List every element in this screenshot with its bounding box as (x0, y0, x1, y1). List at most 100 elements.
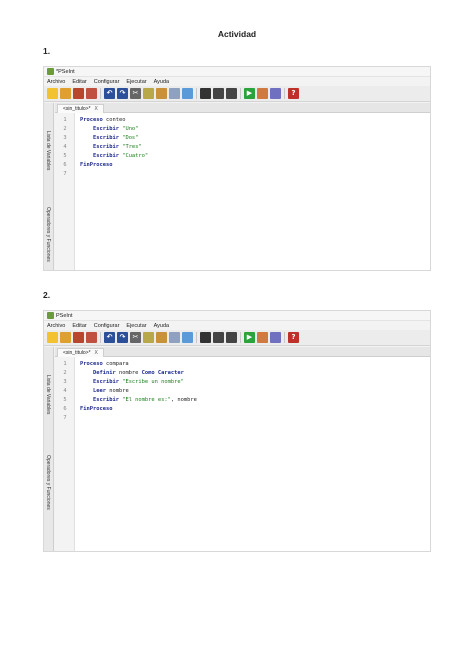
step-icon[interactable] (257, 88, 268, 99)
code-keyword: FinProceso (80, 162, 113, 168)
paste-icon[interactable] (156, 88, 167, 99)
run-icon[interactable]: ▶ (244, 88, 255, 99)
code-text: Leer nombre (75, 387, 129, 396)
menu-ejecutar[interactable]: Ejecutar (126, 79, 146, 85)
window-title: PSeInt (56, 312, 73, 319)
replace-icon[interactable] (226, 88, 237, 99)
open-folder-icon[interactable] (60, 332, 71, 343)
search-icon[interactable] (200, 332, 211, 343)
tab-close-icon[interactable]: X (95, 350, 98, 356)
side-tab-variables[interactable]: Lista de Variables (45, 375, 51, 414)
menu-configurar[interactable]: Configurar (94, 79, 120, 85)
menu-editar[interactable]: Editar (72, 323, 86, 329)
side-tab-variables[interactable]: Lista de Variables (45, 131, 51, 170)
menu-configurar[interactable]: Configurar (94, 323, 120, 329)
pseint-window-1: *PSeInt Archivo Editar Configurar Ejecut… (43, 66, 431, 271)
menu-ejecutar[interactable]: Ejecutar (126, 323, 146, 329)
menu-bar: Archivo Editar Configurar Ejecutar Ayuda (44, 77, 430, 86)
save-icon[interactable] (73, 88, 84, 99)
comment-icon[interactable] (182, 332, 193, 343)
code-keyword: Escribir (80, 135, 119, 141)
file-tab-label: <sin_titulo>* (63, 106, 91, 112)
save-icon[interactable] (73, 332, 84, 343)
new-file-icon[interactable] (47, 332, 58, 343)
file-tab[interactable]: <sin_titulo>* X (57, 348, 104, 357)
code-text: Escribir "Dos" (75, 134, 138, 143)
step-icon[interactable] (257, 332, 268, 343)
workspace: Lista de Variables Operadores y Funcione… (44, 347, 430, 551)
toolbar-separator (284, 88, 285, 99)
code-line: 6 FinProceso (55, 161, 430, 170)
editor-tab-strip: <sin_titulo>* X (55, 103, 430, 113)
undo-icon[interactable]: ↶ (104, 88, 115, 99)
code-area: 1 Proceso compara 2 Definir nombre Como Ca… (55, 360, 430, 423)
new-file-icon[interactable] (47, 88, 58, 99)
code-editor[interactable]: 1 Proceso compara 2 Definir nombre Como Ca… (55, 357, 430, 551)
code-string: "El nombre es:" (118, 397, 171, 403)
copy-icon[interactable] (143, 332, 154, 343)
help-icon[interactable]: ? (288, 332, 299, 343)
indent-icon[interactable] (169, 332, 180, 343)
code-line: 5 Escribir "El nombre es:", nombre (55, 396, 430, 405)
side-tab-operators[interactable]: Operadores y Funciones (45, 455, 51, 510)
menu-editar[interactable]: Editar (72, 79, 86, 85)
line-number: 6 (63, 406, 67, 412)
code-line: 3 Escribir "Escribe un nombre" (55, 378, 430, 387)
code-line: 3 Escribir "Dos" (55, 134, 430, 143)
line-number: 1 (63, 117, 67, 123)
paste-icon[interactable] (156, 332, 167, 343)
code-text: FinProceso (75, 161, 112, 170)
code-keyword: Proceso (80, 117, 103, 123)
toolbar-separator (100, 332, 101, 343)
copy-icon[interactable] (143, 88, 154, 99)
code-keyword: Proceso (80, 361, 103, 367)
code-text: Proceso conteo (75, 116, 125, 125)
side-tab-bar: Lista de Variables Operadores y Funcione… (44, 347, 54, 551)
window-title-bar: PSeInt (44, 311, 430, 321)
run-icon[interactable]: ▶ (244, 332, 255, 343)
code-line: 5 Escribir "Cuatro" (55, 152, 430, 161)
code-string: "Cuatro" (118, 153, 149, 159)
save-as-icon[interactable] (86, 88, 97, 99)
code-keyword: Escribir (80, 153, 119, 159)
file-tab[interactable]: <sin_titulo>* X (57, 104, 104, 113)
tab-close-icon[interactable]: X (95, 106, 98, 112)
line-number: 3 (63, 135, 67, 141)
flowchart-icon[interactable] (270, 332, 281, 343)
replace-icon[interactable] (226, 332, 237, 343)
code-keyword: Escribir (80, 126, 119, 132)
search-next-icon[interactable] (213, 332, 224, 343)
code-line: 4 Escribir "Tres" (55, 143, 430, 152)
open-folder-icon[interactable] (60, 88, 71, 99)
code-line: 4 Leer nombre (55, 387, 430, 396)
line-number: 1 (63, 361, 67, 367)
flowchart-icon[interactable] (270, 88, 281, 99)
pseint-logo-icon (47, 312, 54, 319)
save-as-icon[interactable] (86, 332, 97, 343)
cut-icon[interactable]: ✂ (130, 88, 141, 99)
search-icon[interactable] (200, 88, 211, 99)
help-icon[interactable]: ? (288, 88, 299, 99)
pseint-window-2: PSeInt Archivo Editar Configurar Ejecuta… (43, 310, 431, 552)
undo-icon[interactable]: ↶ (104, 332, 115, 343)
cut-icon[interactable]: ✂ (130, 332, 141, 343)
indent-icon[interactable] (169, 88, 180, 99)
comment-icon[interactable] (182, 88, 193, 99)
menu-archivo[interactable]: Archivo (47, 79, 65, 85)
code-text: Escribir "Tres" (75, 143, 142, 152)
side-tab-operators[interactable]: Operadores y Funciones (45, 207, 51, 262)
code-text: Definir nombre Como Caracter (75, 369, 184, 378)
line-number: 4 (63, 388, 67, 394)
code-editor[interactable]: 1 Proceso conteo 2 Escribir "Uno" 3 Escribi… (55, 113, 430, 270)
redo-icon[interactable]: ↷ (117, 88, 128, 99)
menu-ayuda[interactable]: Ayuda (154, 323, 170, 329)
code-string: "Tres" (118, 144, 142, 150)
search-next-icon[interactable] (213, 88, 224, 99)
toolbar-separator (284, 332, 285, 343)
menu-ayuda[interactable]: Ayuda (154, 79, 170, 85)
menu-archivo[interactable]: Archivo (47, 323, 65, 329)
line-number: 7 (63, 415, 67, 421)
redo-icon[interactable]: ↷ (117, 332, 128, 343)
